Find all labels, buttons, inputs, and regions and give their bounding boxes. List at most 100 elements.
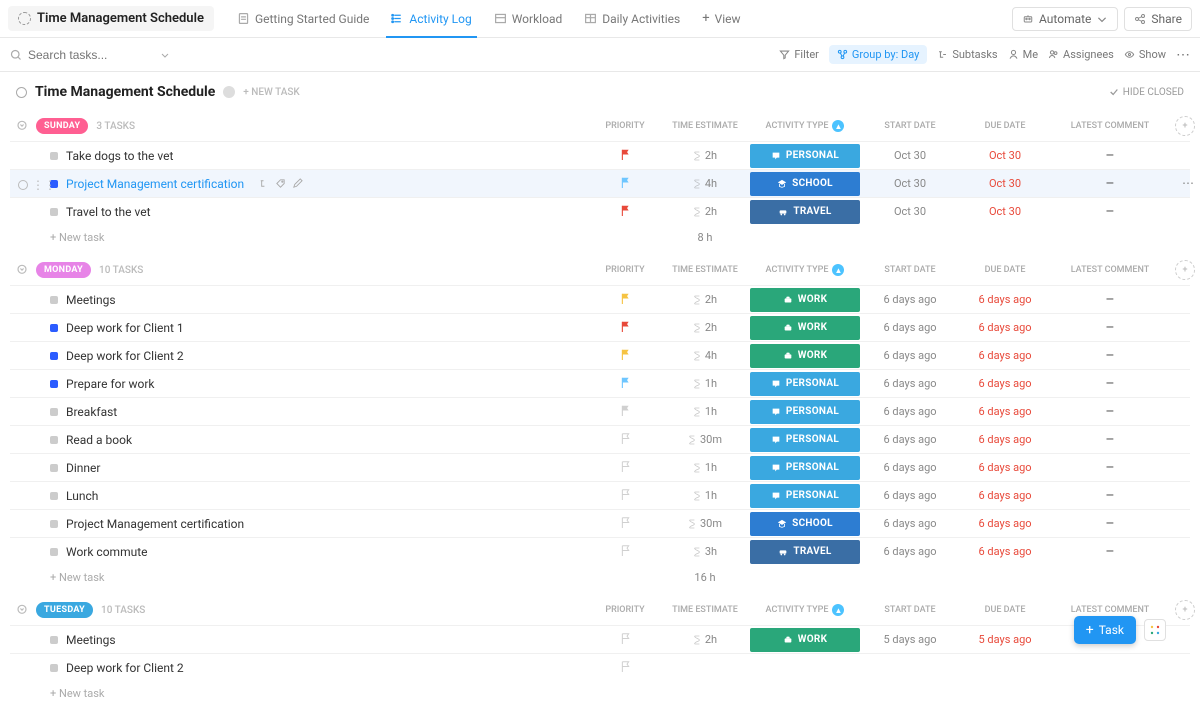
activity-type-cell[interactable]: PERSONAL: [750, 400, 860, 424]
priority-cell[interactable]: [590, 460, 660, 476]
task-name-cell[interactable]: Deep work for Client 2: [10, 661, 590, 675]
start-date-cell[interactable]: 6 days ago: [860, 517, 960, 530]
priority-cell[interactable]: [590, 516, 660, 532]
row-handle[interactable]: ⋮⋮: [18, 178, 56, 192]
time-estimate-cell[interactable]: 4h: [660, 177, 750, 190]
col-due-date[interactable]: DUE DATE: [960, 605, 1050, 615]
add-task-button[interactable]: + New task: [10, 571, 590, 584]
tab-activity-log[interactable]: Activity Log: [380, 0, 482, 38]
activity-type-cell[interactable]: WORK: [750, 288, 860, 312]
day-badge[interactable]: TUESDAY: [36, 602, 93, 618]
activity-type-cell[interactable]: WORK: [750, 628, 860, 652]
chevron-down-icon[interactable]: [160, 50, 170, 60]
latest-comment-cell[interactable]: –: [1050, 348, 1170, 364]
priority-cell[interactable]: [590, 632, 660, 648]
task-row[interactable]: ⋮⋮ Breakfast 1h PERSONAL 6 days ago 6 da…: [10, 397, 1190, 425]
status-square-icon[interactable]: [50, 636, 58, 644]
fab-menu-button[interactable]: [1144, 619, 1166, 641]
due-date-cell[interactable]: 6 days ago: [960, 293, 1050, 306]
activity-type-cell[interactable]: SCHOOL: [750, 512, 860, 536]
col-priority[interactable]: PRIORITY: [590, 121, 660, 131]
status-square-icon[interactable]: [50, 380, 58, 388]
activity-type-cell[interactable]: TRAVEL: [750, 540, 860, 564]
add-task-button[interactable]: + New task: [10, 231, 590, 244]
status-square-icon[interactable]: [50, 408, 58, 416]
task-name-cell[interactable]: Breakfast: [10, 405, 590, 419]
task-name-cell[interactable]: Work commute: [10, 545, 590, 559]
task-row[interactable]: ⋮⋮ Take dogs to the vet 2h PERSONAL Oct …: [10, 141, 1190, 169]
due-date-cell[interactable]: 6 days ago: [960, 517, 1050, 530]
start-date-cell[interactable]: 6 days ago: [860, 321, 960, 334]
time-estimate-cell[interactable]: 2h: [660, 633, 750, 646]
status-square-icon[interactable]: [50, 436, 58, 444]
col-latest-comment[interactable]: LATEST COMMENT: [1050, 265, 1170, 275]
task-name-cell[interactable]: Prepare for work: [10, 377, 590, 391]
start-date-cell[interactable]: Oct 30: [860, 177, 960, 190]
latest-comment-cell[interactable]: –: [1050, 516, 1170, 532]
time-estimate-cell[interactable]: 30m: [660, 433, 750, 446]
col-time-estimate[interactable]: TIME ESTIMATE: [660, 121, 750, 131]
tab-getting-started[interactable]: Getting Started Guide: [226, 0, 380, 38]
task-name-cell[interactable]: Deep work for Client 2: [10, 349, 590, 363]
space-menu[interactable]: Time Management Schedule: [8, 6, 214, 31]
due-date-cell[interactable]: Oct 30: [960, 205, 1050, 218]
status-square-icon[interactable]: [50, 296, 58, 304]
activity-type-cell[interactable]: TRAVEL: [750, 200, 860, 224]
col-start-date[interactable]: START DATE: [860, 121, 960, 131]
activity-type-cell[interactable]: PERSONAL: [750, 144, 860, 168]
activity-type-cell[interactable]: PERSONAL: [750, 484, 860, 508]
task-row[interactable]: ⋮⋮ Project Management certification 30m …: [10, 509, 1190, 537]
start-date-cell[interactable]: 6 days ago: [860, 293, 960, 306]
col-time-estimate[interactable]: TIME ESTIMATE: [660, 265, 750, 275]
latest-comment-cell[interactable]: –: [1050, 544, 1170, 560]
latest-comment-cell[interactable]: –: [1050, 460, 1170, 476]
time-estimate-cell[interactable]: 2h: [660, 205, 750, 218]
priority-cell[interactable]: [590, 176, 660, 192]
activity-type-cell[interactable]: WORK: [750, 344, 860, 368]
task-name-cell[interactable]: Read a book: [10, 433, 590, 447]
tab-workload[interactable]: Workload: [483, 0, 574, 38]
col-latest-comment[interactable]: LATEST COMMENT: [1050, 605, 1170, 615]
priority-cell[interactable]: [590, 432, 660, 448]
status-square-icon[interactable]: [50, 492, 58, 500]
task-row[interactable]: ⋮⋮ Project Management certification 4h S…: [10, 169, 1190, 197]
due-date-cell[interactable]: Oct 30: [960, 149, 1050, 162]
task-name-cell[interactable]: Meetings: [10, 293, 590, 307]
status-square-icon[interactable]: [50, 520, 58, 528]
activity-type-cell[interactable]: SCHOOL: [750, 172, 860, 196]
start-date-cell[interactable]: 6 days ago: [860, 377, 960, 390]
me-button[interactable]: Me: [1008, 48, 1038, 61]
col-start-date[interactable]: START DATE: [860, 605, 960, 615]
latest-comment-cell[interactable]: –: [1050, 432, 1170, 448]
col-priority[interactable]: PRIORITY: [590, 265, 660, 275]
time-estimate-cell[interactable]: 1h: [660, 461, 750, 474]
task-name-cell[interactable]: Take dogs to the vet: [10, 149, 590, 163]
time-estimate-cell[interactable]: 3h: [660, 545, 750, 558]
group-by-button[interactable]: Group by: Day: [829, 45, 927, 64]
due-date-cell[interactable]: 6 days ago: [960, 461, 1050, 474]
add-view[interactable]: + View: [691, 0, 751, 38]
tab-daily-activities[interactable]: Daily Activities: [573, 0, 691, 38]
hide-closed-button[interactable]: HIDE CLOSED: [1109, 87, 1184, 98]
due-date-cell[interactable]: Oct 30: [960, 177, 1050, 190]
due-date-cell[interactable]: 6 days ago: [960, 405, 1050, 418]
day-badge[interactable]: SUNDAY: [36, 118, 88, 134]
day-badge[interactable]: MONDAY: [36, 262, 91, 278]
start-date-cell[interactable]: 6 days ago: [860, 545, 960, 558]
col-due-date[interactable]: DUE DATE: [960, 121, 1050, 131]
due-date-cell[interactable]: 6 days ago: [960, 377, 1050, 390]
add-column-button[interactable]: +: [1175, 116, 1195, 136]
start-date-cell[interactable]: 6 days ago: [860, 489, 960, 502]
collapse-toggle[interactable]: [17, 264, 27, 276]
priority-cell[interactable]: [590, 404, 660, 420]
start-date-cell[interactable]: 6 days ago: [860, 349, 960, 362]
col-latest-comment[interactable]: LATEST COMMENT: [1050, 121, 1170, 131]
search-input[interactable]: [28, 48, 148, 62]
task-row[interactable]: ⋮⋮ Lunch 1h PERSONAL 6 days ago 6 days a…: [10, 481, 1190, 509]
status-square-icon[interactable]: [50, 152, 58, 160]
status-square-icon[interactable]: [50, 548, 58, 556]
row-more-icon[interactable]: ⋯: [1182, 176, 1194, 190]
add-task-inline[interactable]: + NEW TASK: [243, 87, 299, 98]
latest-comment-cell[interactable]: –: [1050, 488, 1170, 504]
task-row[interactable]: ⋮⋮ Deep work for Client 1 2h WORK 6 days…: [10, 313, 1190, 341]
